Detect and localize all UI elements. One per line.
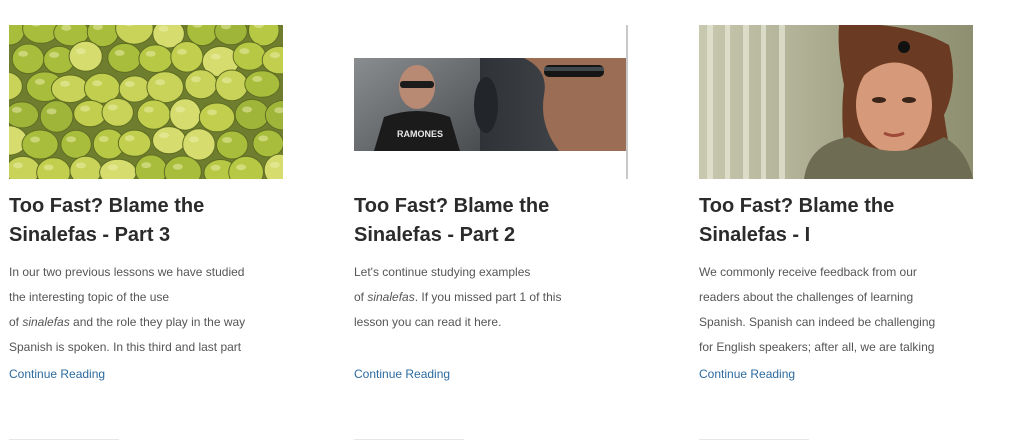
post-card: Too Fast? Blame the Sinalefas - I We com… [699,25,975,440]
post-thumbnail-limes[interactable] [9,25,283,179]
post-card: RAMONES Too Fast? Blame the Sinalefas - … [354,25,630,440]
divider [354,439,464,440]
continue-reading-link[interactable]: Continue Reading [9,366,105,382]
divider [699,439,809,440]
continue-reading-link[interactable]: Continue Reading [699,366,795,382]
continue-reading-link[interactable]: Continue Reading [354,366,450,382]
post-title[interactable]: Too Fast? Blame the Sinalefas - Part 2 [354,192,624,250]
shirt-logo-text: RAMONES [397,129,443,139]
post-thumbnail-portrait[interactable] [699,25,973,179]
post-card: Too Fast? Blame the Sinalefas - Part 3 I… [9,25,285,440]
divider [9,439,119,440]
post-grid: Too Fast? Blame the Sinalefas - Part 3 I… [0,0,1024,444]
post-excerpt: Let's continue studying examples of sina… [354,265,562,329]
post-excerpt: We commonly receive feedback from our re… [699,265,936,354]
post-title[interactable]: Too Fast? Blame the Sinalefas - Part 3 [9,192,279,250]
post-title[interactable]: Too Fast? Blame the Sinalefas - I [699,192,969,250]
post-excerpt: In our two previous lessons we have stud… [9,265,246,354]
post-thumbnail-sunglasses[interactable]: RAMONES [354,25,628,179]
